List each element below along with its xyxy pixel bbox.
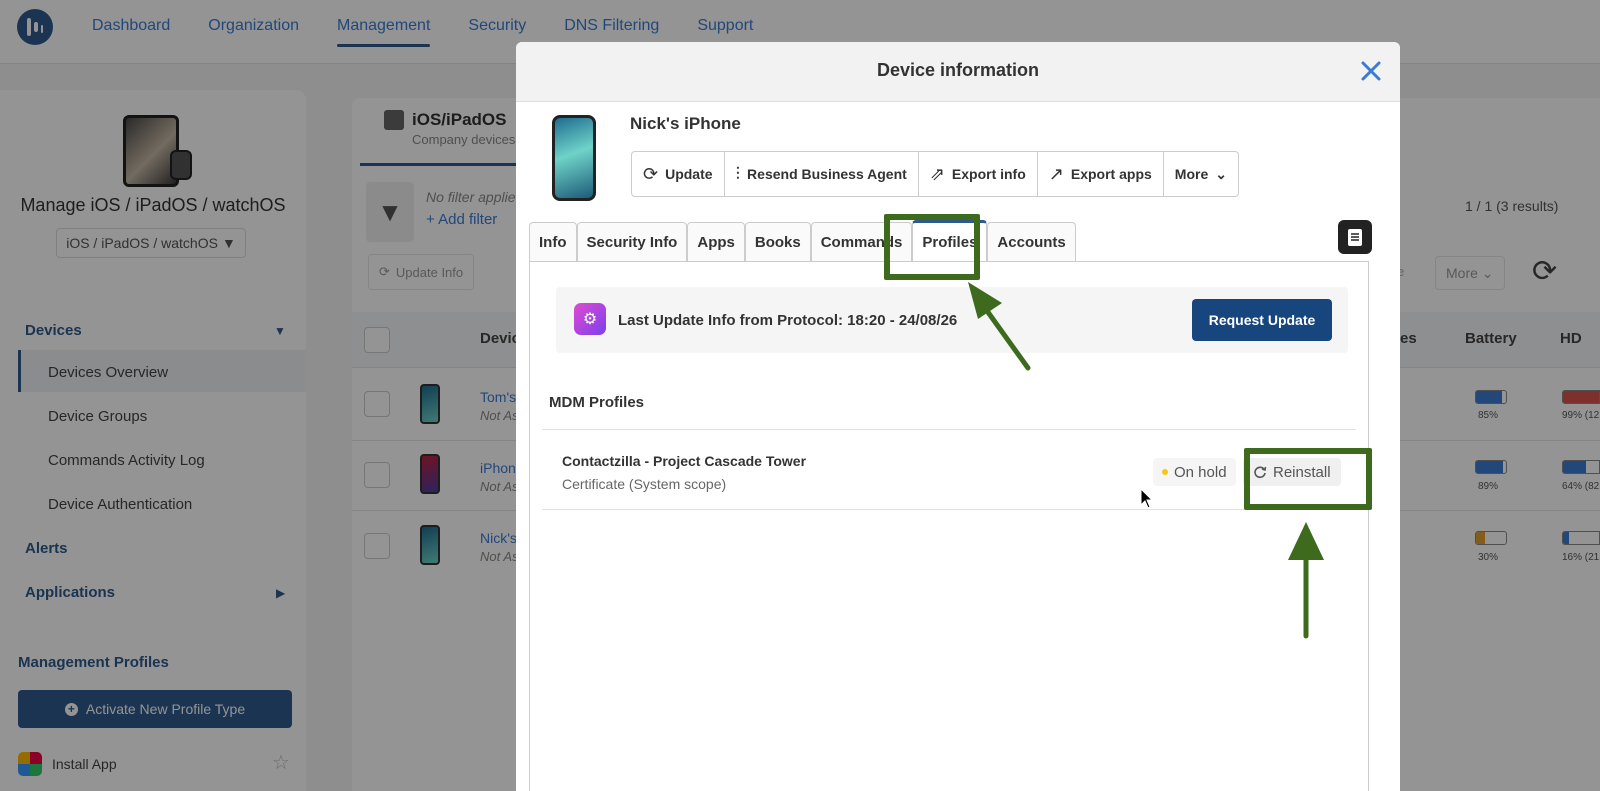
arrow-to-reinstall-icon bbox=[1288, 522, 1324, 639]
arrow-to-profiles-icon bbox=[968, 282, 1031, 371]
mouse-cursor-icon bbox=[1140, 488, 1154, 509]
annotation-arrows bbox=[968, 282, 1324, 639]
